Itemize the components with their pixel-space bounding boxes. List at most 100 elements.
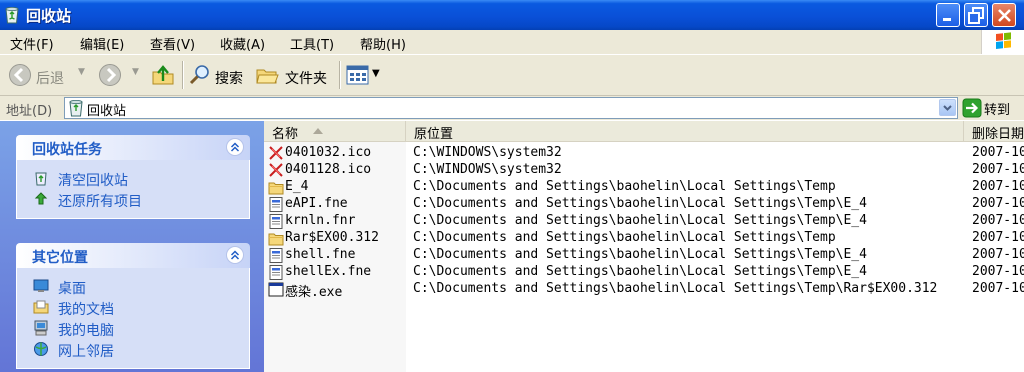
menu-favorites[interactable]: 收藏(A) — [220, 34, 265, 53]
windows-logo-icon — [981, 30, 1024, 54]
ico-file-icon — [268, 146, 284, 161]
restore-all-link[interactable]: 还原所有项目 — [17, 189, 249, 210]
file-deleted-date: 2007-10 — [972, 196, 1024, 211]
restore-all-icon — [33, 191, 49, 207]
address-input[interactable]: 回收站 — [64, 97, 958, 119]
file-list[interactable]: 名称 原位置 删除日期 0401032.ico C:\WINDOWS\system… — [264, 121, 1024, 372]
chevron-down-icon — [943, 105, 952, 111]
fne-file-icon — [268, 197, 284, 212]
file-original-location: C:\Documents and Settings\baohelin\Local… — [413, 179, 836, 194]
forward-dropdown-icon[interactable]: ▼ — [132, 67, 139, 77]
file-row[interactable]: eAPI.fne C:\Documents and Settings\baohel… — [264, 196, 1024, 213]
menu-tools[interactable]: 工具(T) — [290, 34, 334, 53]
menu-edit[interactable]: 编辑(E) — [80, 34, 124, 53]
column-header-deleted[interactable]: 删除日期 — [964, 121, 1024, 142]
file-deleted-date: 2007-10 — [972, 162, 1024, 177]
file-row[interactable]: shellEx.fne C:\Documents and Settings\bao… — [264, 264, 1024, 281]
file-row[interactable]: Rar$EX00.312 C:\Documents and Settings\ba… — [264, 230, 1024, 247]
other-places-title: 其它位置 — [32, 250, 88, 266]
file-original-location: C:\Documents and Settings\baohelin\Local… — [413, 247, 867, 262]
other-places-body: 桌面 我的文档 我的电脑 网上邻居 — [16, 268, 250, 369]
other-places-panel: 其它位置 桌面 我的文档 我的电脑 网上邻居 — [16, 243, 250, 369]
minimize-button[interactable] — [936, 3, 960, 27]
file-original-location: C:\WINDOWS\system32 — [413, 162, 562, 177]
file-row[interactable]: shell.fne C:\Documents and Settings\baohe… — [264, 247, 1024, 264]
my-documents-icon — [33, 299, 49, 315]
forward-button[interactable]: ▼ — [98, 63, 146, 87]
recycle-tasks-header[interactable]: 回收站任务 — [16, 135, 250, 160]
empty-recycle-bin-icon — [33, 170, 49, 186]
file-original-location: C:\Documents and Settings\baohelin\Local… — [413, 281, 938, 296]
address-dropdown-button[interactable] — [939, 99, 956, 116]
file-name: 感染.exe — [285, 285, 343, 300]
fne-file-icon — [268, 248, 284, 263]
column-location-label: 原位置 — [414, 127, 454, 142]
go-arrow-icon — [962, 98, 982, 118]
file-row[interactable]: 感染.exe C:\Documents and Settings\baohelin… — [264, 281, 1024, 300]
views-button[interactable]: ▼ — [346, 63, 384, 87]
file-name: 0401032.ico — [285, 145, 372, 160]
other-places-header[interactable]: 其它位置 — [16, 243, 250, 268]
search-button[interactable]: 搜索 — [188, 63, 250, 87]
views-dropdown-icon: ▼ — [372, 68, 380, 79]
toolbar-separator — [339, 61, 341, 89]
toolbar: 后退 ▼ ▼ 搜索 文件夹 ▼ — [0, 55, 1024, 96]
up-folder-icon — [152, 65, 174, 85]
place-my-computer-label: 我的电脑 — [58, 323, 114, 339]
maximize-button[interactable] — [964, 3, 988, 27]
file-row[interactable]: 0401128.ico C:\WINDOWS\system32 2007-10 — [264, 162, 1024, 179]
file-name: E_4 — [285, 179, 309, 194]
task-pane: 回收站任务 清空回收站 还原所有项目 其它位置 桌面 我的文档 我的电脑 网上邻… — [0, 121, 264, 372]
collapse-icon[interactable] — [226, 246, 244, 264]
search-icon — [189, 65, 209, 85]
menu-help[interactable]: 帮助(H) — [360, 34, 406, 53]
file-name: shellEx.fne — [285, 264, 372, 279]
menu-file[interactable]: 文件(F) — [10, 34, 54, 53]
address-bar: 地址(D) 回收站 转到 — [0, 96, 1024, 120]
file-original-location: C:\Documents and Settings\baohelin\Local… — [413, 264, 867, 279]
empty-recycle-bin-label: 清空回收站 — [58, 173, 128, 189]
file-row[interactable]: krnln.fnr C:\Documents and Settings\baohe… — [264, 213, 1024, 230]
folder-icon — [268, 180, 284, 195]
folders-icon — [256, 69, 279, 84]
file-original-location: C:\Documents and Settings\baohelin\Local… — [413, 196, 867, 211]
back-button[interactable]: 后退 ▼ — [8, 63, 92, 87]
recycle-bin-icon — [4, 6, 20, 24]
column-header-location[interactable]: 原位置 — [406, 121, 964, 142]
file-row[interactable]: E_4 C:\Documents and Settings\baohelin\Lo… — [264, 179, 1024, 196]
collapse-icon[interactable] — [226, 138, 244, 156]
network-places-icon — [33, 341, 49, 357]
close-button[interactable] — [992, 3, 1016, 27]
place-my-documents-link[interactable]: 我的文档 — [17, 297, 249, 318]
place-desktop-link[interactable]: 桌面 — [17, 276, 249, 297]
folders-button[interactable]: 文件夹 — [255, 63, 333, 87]
recycle-bin-icon — [68, 99, 84, 121]
file-row[interactable]: 0401032.ico C:\WINDOWS\system32 2007-10 — [264, 145, 1024, 162]
menu-view[interactable]: 查看(V) — [150, 34, 195, 53]
empty-recycle-bin-link[interactable]: 清空回收站 — [17, 168, 249, 189]
recycle-tasks-body: 清空回收站 还原所有项目 — [16, 160, 250, 219]
back-arrow-icon — [9, 64, 31, 86]
forward-arrow-icon — [99, 64, 121, 86]
file-deleted-date: 2007-10 — [972, 264, 1024, 279]
place-my-documents-label: 我的文档 — [58, 302, 114, 318]
folder-icon — [268, 231, 284, 246]
place-desktop-label: 桌面 — [58, 281, 86, 297]
my-computer-icon — [33, 320, 49, 336]
column-header-name[interactable]: 名称 — [264, 121, 406, 142]
go-button[interactable]: 转到 — [962, 98, 1010, 122]
menu-bar: 文件(F) 编辑(E) 查看(V) 收藏(A) 工具(T) 帮助(H) — [0, 30, 1024, 55]
place-my-computer-link[interactable]: 我的电脑 — [17, 318, 249, 339]
file-deleted-date: 2007-10 — [972, 179, 1024, 194]
column-name-label: 名称 — [272, 127, 299, 142]
file-deleted-date: 2007-10 — [972, 145, 1024, 160]
back-dropdown-icon[interactable]: ▼ — [78, 67, 85, 77]
up-folder-button[interactable] — [151, 63, 177, 87]
ico-file-icon — [268, 163, 284, 178]
title-bar[interactable]: 回收站 — [0, 0, 1024, 30]
fne-file-icon — [268, 265, 284, 280]
folders-label: 文件夹 — [285, 71, 327, 87]
place-network-link[interactable]: 网上邻居 — [17, 339, 249, 360]
file-deleted-date: 2007-10 — [972, 281, 1024, 296]
recycle-tasks-title: 回收站任务 — [32, 142, 102, 158]
